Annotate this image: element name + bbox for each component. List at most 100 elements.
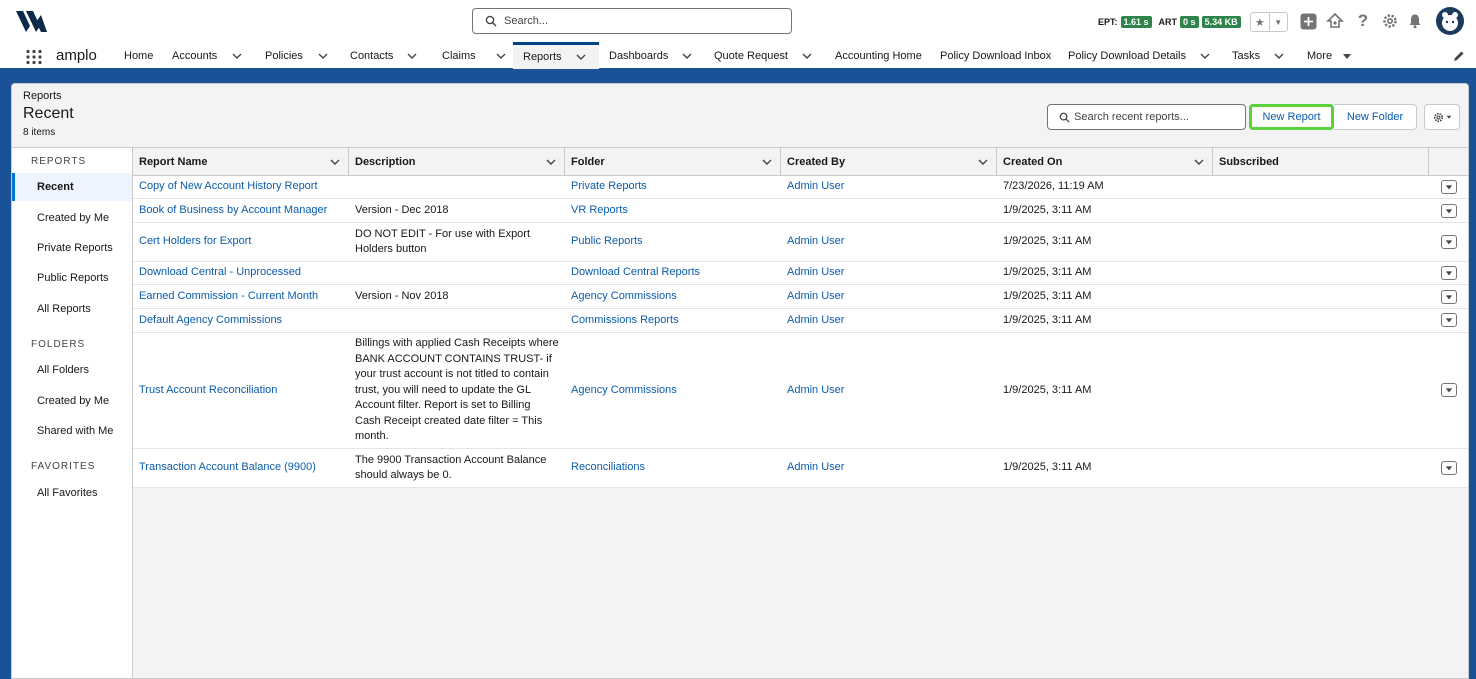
chevron-down-icon[interactable] xyxy=(407,51,417,61)
sidebar-item-recent[interactable]: Recent xyxy=(12,173,132,201)
nav-item-reports[interactable]: Reports xyxy=(513,42,599,69)
created-by-link[interactable]: Admin User xyxy=(781,285,844,308)
nav-item-more[interactable]: More xyxy=(1307,42,1352,69)
new-folder-button[interactable]: New Folder xyxy=(1334,104,1417,130)
nav-item-dashboards[interactable]: Dashboards xyxy=(609,42,692,69)
column-header-report-name[interactable]: Report Name xyxy=(133,148,349,176)
global-create-button[interactable] xyxy=(1298,11,1318,31)
sidebar-item-folders-created-by-me[interactable]: Created by Me xyxy=(12,387,132,415)
created-by-link[interactable]: Admin User xyxy=(781,333,844,448)
row-actions-button[interactable] xyxy=(1441,313,1457,327)
column-header-created-on[interactable]: Created On xyxy=(997,148,1213,176)
folder-link[interactable]: Public Reports xyxy=(565,223,643,261)
reports-list-view: Reports Recent 8 items Search recent rep… xyxy=(11,83,1469,679)
row-actions-button[interactable] xyxy=(1441,383,1457,397)
column-header-description[interactable]: Description xyxy=(349,148,565,176)
created-by-link[interactable]: Admin User xyxy=(781,449,844,487)
caret-down-icon[interactable]: ▼ xyxy=(1268,13,1288,31)
folder-link[interactable]: Download Central Reports xyxy=(565,262,700,284)
caret-down-icon xyxy=(1445,318,1453,323)
new-report-button[interactable]: New Report xyxy=(1249,104,1334,130)
star-icon[interactable]: ★ xyxy=(1251,13,1269,31)
nav-item-contacts[interactable]: Contacts xyxy=(350,42,417,69)
row-actions-button[interactable] xyxy=(1441,180,1457,194)
sidebar-item-shared-with-me[interactable]: Shared with Me xyxy=(12,417,132,445)
report-name-link[interactable]: Earned Commission - Current Month xyxy=(133,285,318,308)
chevron-down-icon[interactable] xyxy=(762,157,772,167)
list-settings-button[interactable] xyxy=(1424,104,1460,130)
user-avatar[interactable] xyxy=(1436,7,1464,35)
report-name-link[interactable]: Cert Holders for Export xyxy=(133,223,251,261)
created-by-link[interactable]: Admin User xyxy=(781,176,844,198)
folder-link[interactable]: Reconciliations xyxy=(565,449,645,487)
report-name-link[interactable]: Download Central - Unprocessed xyxy=(133,262,301,284)
report-name-link[interactable]: Copy of New Account History Report xyxy=(133,176,318,198)
chevron-down-icon[interactable] xyxy=(330,157,340,167)
sidebar-item-created-by-me[interactable]: Created by Me xyxy=(12,204,132,232)
row-actions-button[interactable] xyxy=(1441,204,1457,218)
created-on: 1/9/2025, 3:11 AM xyxy=(1003,313,1092,326)
chevron-down-icon[interactable] xyxy=(978,157,988,167)
folder-link[interactable]: Private Reports xyxy=(565,176,647,198)
nav-item-label: Claims xyxy=(442,49,476,62)
nav-item-label: Quote Request xyxy=(714,49,788,62)
created-by-link[interactable]: Admin User xyxy=(781,223,844,261)
setup-button[interactable] xyxy=(1380,11,1400,31)
table-row: Cert Holders for Export DO NOT EDIT - Fo… xyxy=(133,223,1468,262)
reports-sidebar: REPORTS Recent Created by Me Private Rep… xyxy=(12,148,133,678)
folder-link[interactable]: Commissions Reports xyxy=(565,309,679,332)
sidebar-item-all-favorites[interactable]: All Favorites xyxy=(12,479,132,507)
folder-link[interactable]: Agency Commissions xyxy=(565,285,677,308)
row-actions-button[interactable] xyxy=(1441,266,1457,280)
chevron-down-icon[interactable] xyxy=(496,51,506,61)
nav-item-claims[interactable]: Claims xyxy=(442,42,506,69)
chevron-down-icon[interactable] xyxy=(1274,51,1284,61)
nav-item-policy-download-inbox[interactable]: Policy Download Inbox xyxy=(940,42,1051,69)
sidebar-item-all-reports[interactable]: All Reports xyxy=(12,295,132,323)
search-recent-reports-input[interactable]: Search recent reports... xyxy=(1047,104,1246,130)
chevron-down-icon[interactable] xyxy=(1194,157,1204,167)
created-by-link[interactable] xyxy=(781,199,787,222)
nav-item-accounts[interactable]: Accounts xyxy=(172,42,242,69)
chevron-down-icon[interactable] xyxy=(576,52,586,62)
column-header-folder[interactable]: Folder xyxy=(565,148,781,176)
row-actions-button[interactable] xyxy=(1441,461,1457,475)
caret-down-icon xyxy=(1445,209,1453,214)
app-launcher-icon[interactable] xyxy=(25,49,43,65)
trailhead-button[interactable] xyxy=(1325,11,1345,31)
row-actions-button[interactable] xyxy=(1441,290,1457,304)
row-actions-button[interactable] xyxy=(1441,235,1457,249)
report-name-link[interactable]: Default Agency Commissions xyxy=(133,309,282,332)
created-by-link[interactable]: Admin User xyxy=(781,262,844,284)
caret-down-icon[interactable] xyxy=(1342,51,1352,61)
reports-table: Report Name Description Folder Created B… xyxy=(133,148,1468,678)
folder-link[interactable]: VR Reports xyxy=(565,199,628,222)
folder-link[interactable]: Agency Commissions xyxy=(565,333,677,448)
edit-nav-pencil-icon[interactable] xyxy=(1453,50,1465,62)
global-search-input[interactable]: Search... xyxy=(472,8,792,34)
chevron-down-icon[interactable] xyxy=(318,51,328,61)
nav-item-tasks[interactable]: Tasks xyxy=(1232,42,1284,69)
sidebar-item-public-reports[interactable]: Public Reports xyxy=(12,264,132,292)
column-header-created-by[interactable]: Created By xyxy=(781,148,997,176)
sidebar-item-all-folders[interactable]: All Folders xyxy=(12,356,132,384)
created-by-link[interactable]: Admin User xyxy=(781,309,844,332)
chevron-down-icon[interactable] xyxy=(1200,51,1210,61)
chevron-down-icon[interactable] xyxy=(682,51,692,61)
notifications-button[interactable] xyxy=(1405,11,1425,31)
chevron-down-icon[interactable] xyxy=(802,51,812,61)
nav-item-accounting-home[interactable]: Accounting Home xyxy=(835,42,922,69)
report-name-link[interactable]: Trust Account Reconciliation xyxy=(133,333,277,448)
nav-item-policies[interactable]: Policies xyxy=(265,42,328,69)
chevron-down-icon[interactable] xyxy=(232,51,242,61)
report-name-link[interactable]: Transaction Account Balance (9900) xyxy=(133,449,316,487)
app-logo[interactable] xyxy=(14,8,48,34)
help-button[interactable]: ? xyxy=(1353,11,1373,31)
report-name-link[interactable]: Book of Business by Account Manager xyxy=(133,199,327,222)
nav-item-quote-request[interactable]: Quote Request xyxy=(714,42,812,69)
nav-item-policy-download-details[interactable]: Policy Download Details xyxy=(1068,42,1210,69)
sidebar-item-private-reports[interactable]: Private Reports xyxy=(12,234,132,262)
global-search-placeholder: Search... xyxy=(504,15,549,27)
chevron-down-icon[interactable] xyxy=(546,157,556,167)
nav-item-home[interactable]: Home xyxy=(124,42,153,69)
